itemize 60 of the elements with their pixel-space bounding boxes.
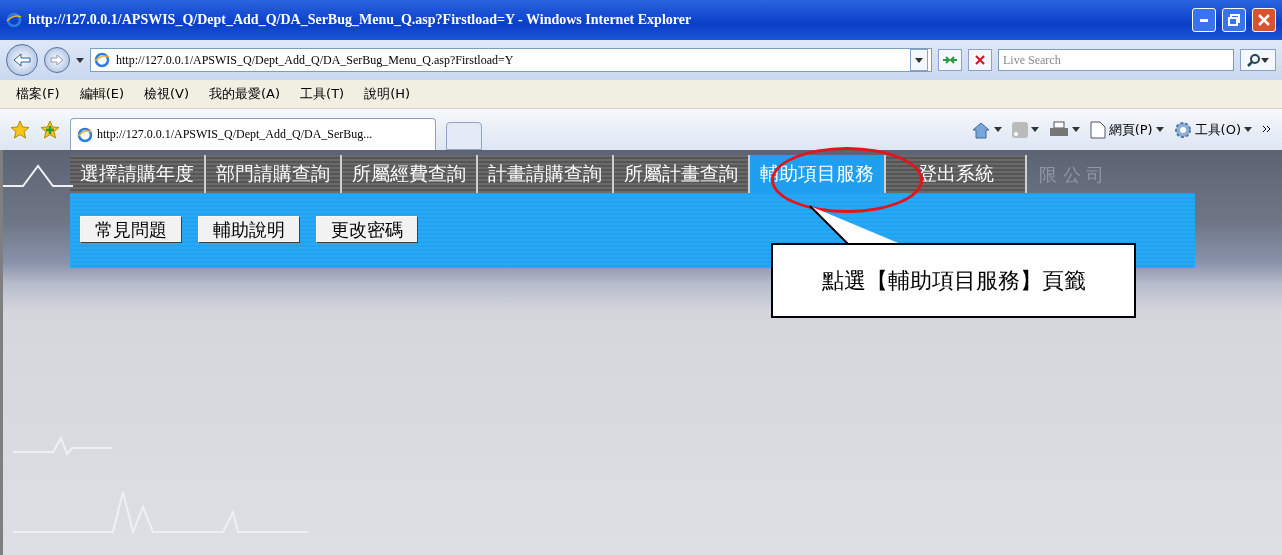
star-icon[interactable] [10, 119, 30, 140]
browser-tab[interactable]: http://127.0.0.1/APSWIS_Q/Dept_Add_Q/DA_SerBug... [70, 118, 436, 150]
nav-tab[interactable]: 所屬經費查詢 [342, 155, 478, 193]
minimize-button[interactable] [1192, 8, 1216, 32]
tools-button[interactable]: 工具(O) [1173, 120, 1252, 139]
caret-icon [1244, 127, 1252, 132]
submenu-button[interactable]: 常見問題 [80, 216, 182, 243]
dropdown-button[interactable] [910, 49, 928, 71]
caret-icon [1261, 57, 1269, 63]
close-icon [1258, 14, 1270, 26]
print-button[interactable] [1048, 120, 1080, 139]
caret-icon [1071, 127, 1080, 132]
gear-icon [1173, 120, 1192, 139]
page-button[interactable]: 網頁(P) [1089, 120, 1164, 139]
page-icon [1089, 120, 1106, 139]
minimize-icon [1200, 18, 1208, 22]
nav-tab[interactable]: 選擇請購年度 [70, 155, 206, 193]
address-bar[interactable]: http://127.0.0.1/APSWIS_Q/Dept_Add_Q/DA_SerBug_Menu_Q.asp?Firstload=Y [90, 48, 932, 72]
home-icon [970, 120, 991, 139]
nav-tab[interactable]: 計畫請購查詢 [478, 155, 614, 193]
restore-button[interactable] [1222, 8, 1246, 32]
menu-item[interactable]: 我的最愛(A) [209, 85, 281, 103]
submenu-button[interactable]: 輔助說明 [198, 216, 300, 243]
pulse-line-drawing [3, 164, 75, 188]
back-arrow-icon [13, 53, 31, 67]
nav-tab[interactable]: 部門請購查詢 [206, 155, 342, 193]
menu-item[interactable]: 檔案(F) [16, 85, 60, 103]
back-button[interactable] [6, 44, 38, 76]
printer-icon [1048, 120, 1069, 139]
chevron-icon[interactable] [1262, 124, 1272, 135]
caret-icon [993, 127, 1002, 132]
internet-explorer-icon [6, 12, 22, 28]
caret-icon [76, 57, 84, 63]
caret-icon [915, 57, 923, 63]
forward-button[interactable] [44, 47, 70, 73]
address-field[interactable]: http://127.0.0.1/APSWIS_Q/Dept_Add_Q/DA_SerBug_Menu_Q.asp?Firstload=Y [114, 51, 906, 69]
feed-icon [1011, 121, 1028, 138]
internet-explorer-icon [77, 126, 93, 143]
search-icon [1247, 53, 1261, 67]
home-button[interactable] [970, 120, 1002, 139]
submenu-button[interactable]: 更改密碼 [316, 216, 418, 243]
restore-icon [1228, 14, 1240, 26]
caret-icon [1030, 127, 1039, 132]
refresh-icon [942, 54, 958, 66]
search-button[interactable] [1240, 49, 1276, 71]
refresh-button[interactable] [938, 49, 962, 71]
close-button[interactable] [1252, 8, 1276, 32]
nav-tab[interactable]: 所屬計畫查詢 [614, 155, 750, 193]
close-icon [975, 55, 985, 65]
internet-explorer-icon [94, 52, 110, 68]
search-field[interactable]: Live Search [998, 49, 1234, 71]
forward-arrow-icon [50, 54, 64, 66]
menu-item[interactable]: 編輯(E) [79, 85, 124, 103]
stop-button[interactable] [968, 49, 992, 71]
caret-icon [1155, 127, 1164, 132]
menu-item[interactable]: 檢視(V) [144, 85, 190, 103]
window-title: http://127.0.0.1/APSWIS_Q/Dept_Add_Q/DA_SerBug_Menu_Q.asp?Firstload=Y - Windows Internet Explorer [28, 12, 693, 28]
add-favorite-icon[interactable] [40, 119, 60, 140]
menu-item[interactable]: 工具(T) [300, 85, 345, 103]
menu-item[interactable]: 說明(H) [364, 85, 411, 103]
